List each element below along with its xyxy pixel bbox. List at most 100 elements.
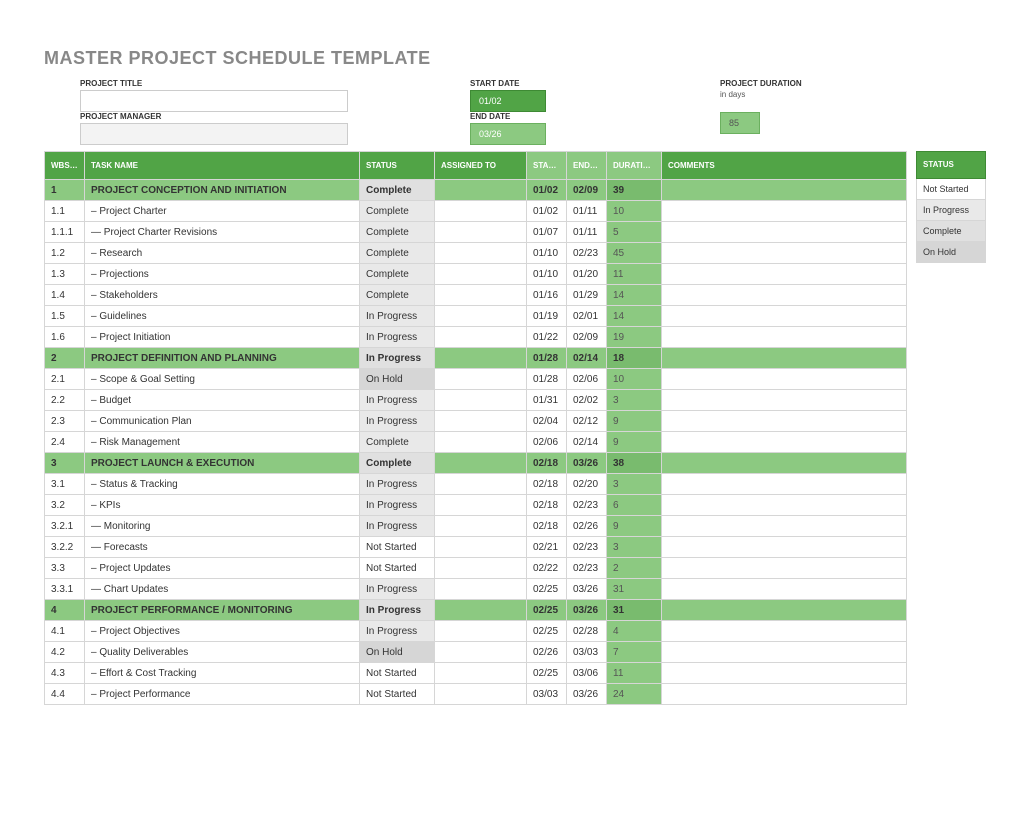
task-cell[interactable]: Project Performance (85, 684, 360, 705)
status-cell[interactable]: In Progress (360, 495, 435, 516)
duration-cell[interactable]: 11 (607, 663, 662, 684)
comments-cell[interactable] (662, 621, 907, 642)
end-cell[interactable]: 02/01 (567, 306, 607, 327)
table-row[interactable]: 4.3Effort & Cost TrackingNot Started02/2… (45, 663, 907, 684)
task-cell[interactable]: Effort & Cost Tracking (85, 663, 360, 684)
comments-cell[interactable] (662, 369, 907, 390)
table-row[interactable]: 1.5GuidelinesIn Progress01/1902/0114 (45, 306, 907, 327)
end-cell[interactable]: 02/14 (567, 348, 607, 369)
wbs-cell[interactable]: 1.1 (45, 201, 85, 222)
assigned-cell[interactable] (435, 285, 527, 306)
start-cell[interactable]: 02/18 (527, 516, 567, 537)
end-cell[interactable]: 02/28 (567, 621, 607, 642)
status-cell[interactable]: In Progress (360, 411, 435, 432)
task-cell[interactable]: Monitoring (85, 516, 360, 537)
comments-cell[interactable] (662, 558, 907, 579)
comments-cell[interactable] (662, 495, 907, 516)
start-cell[interactable]: 01/19 (527, 306, 567, 327)
status-cell[interactable]: Complete (360, 201, 435, 222)
task-cell[interactable]: Quality Deliverables (85, 642, 360, 663)
status-cell[interactable]: In Progress (360, 390, 435, 411)
end-cell[interactable]: 02/12 (567, 411, 607, 432)
duration-cell[interactable]: 31 (607, 600, 662, 621)
start-cell[interactable]: 02/25 (527, 621, 567, 642)
comments-cell[interactable] (662, 684, 907, 705)
end-cell[interactable]: 03/26 (567, 453, 607, 474)
duration-cell[interactable]: 6 (607, 495, 662, 516)
status-cell[interactable]: In Progress (360, 474, 435, 495)
table-section-row[interactable]: 4PROJECT PERFORMANCE / MONITORINGIn Prog… (45, 600, 907, 621)
table-row[interactable]: 1.2ResearchComplete01/1002/2345 (45, 243, 907, 264)
end-cell[interactable]: 02/09 (567, 327, 607, 348)
task-cell[interactable]: Project Objectives (85, 621, 360, 642)
status-cell[interactable]: In Progress (360, 621, 435, 642)
start-date-value[interactable]: 01/02 (470, 90, 546, 112)
task-cell[interactable]: Risk Management (85, 432, 360, 453)
comments-cell[interactable] (662, 180, 907, 201)
table-section-row[interactable]: 3PROJECT LAUNCH & EXECUTIONComplete02/18… (45, 453, 907, 474)
duration-cell[interactable]: 7 (607, 642, 662, 663)
status-cell[interactable]: Complete (360, 180, 435, 201)
status-cell[interactable]: Complete (360, 243, 435, 264)
wbs-cell[interactable]: 3 (45, 453, 85, 474)
wbs-cell[interactable]: 4.2 (45, 642, 85, 663)
task-cell[interactable]: Budget (85, 390, 360, 411)
task-cell[interactable]: Guidelines (85, 306, 360, 327)
start-cell[interactable]: 02/18 (527, 453, 567, 474)
task-cell[interactable]: PROJECT PERFORMANCE / MONITORING (85, 600, 360, 621)
comments-cell[interactable] (662, 306, 907, 327)
wbs-cell[interactable]: 4.1 (45, 621, 85, 642)
task-cell[interactable]: Stakeholders (85, 285, 360, 306)
assigned-cell[interactable] (435, 537, 527, 558)
start-cell[interactable]: 02/25 (527, 663, 567, 684)
duration-cell[interactable]: 19 (607, 327, 662, 348)
comments-cell[interactable] (662, 264, 907, 285)
assigned-cell[interactable] (435, 621, 527, 642)
status-cell[interactable]: Complete (360, 285, 435, 306)
assigned-cell[interactable] (435, 222, 527, 243)
task-cell[interactable]: PROJECT CONCEPTION AND INITIATION (85, 180, 360, 201)
start-cell[interactable]: 02/21 (527, 537, 567, 558)
table-row[interactable]: 3.2.1MonitoringIn Progress02/1802/269 (45, 516, 907, 537)
start-cell[interactable]: 02/25 (527, 600, 567, 621)
comments-cell[interactable] (662, 642, 907, 663)
start-cell[interactable]: 01/10 (527, 243, 567, 264)
start-cell[interactable]: 01/31 (527, 390, 567, 411)
task-cell[interactable]: Projections (85, 264, 360, 285)
duration-cell[interactable]: 2 (607, 558, 662, 579)
wbs-cell[interactable]: 1.4 (45, 285, 85, 306)
task-cell[interactable]: Research (85, 243, 360, 264)
end-cell[interactable]: 02/20 (567, 474, 607, 495)
table-row[interactable]: 1.4StakeholdersComplete01/1601/2914 (45, 285, 907, 306)
duration-cell[interactable]: 31 (607, 579, 662, 600)
table-row[interactable]: 1.1Project CharterComplete01/0201/1110 (45, 201, 907, 222)
end-cell[interactable]: 03/03 (567, 642, 607, 663)
status-cell[interactable]: In Progress (360, 516, 435, 537)
table-row[interactable]: 3.2KPIsIn Progress02/1802/236 (45, 495, 907, 516)
table-row[interactable]: 2.4Risk ManagementComplete02/0602/149 (45, 432, 907, 453)
task-cell[interactable]: Scope & Goal Setting (85, 369, 360, 390)
start-cell[interactable]: 02/25 (527, 579, 567, 600)
start-cell[interactable]: 02/26 (527, 642, 567, 663)
end-cell[interactable]: 03/26 (567, 684, 607, 705)
comments-cell[interactable] (662, 516, 907, 537)
assigned-cell[interactable] (435, 327, 527, 348)
status-cell[interactable]: Not Started (360, 684, 435, 705)
end-cell[interactable]: 01/11 (567, 201, 607, 222)
start-cell[interactable]: 02/18 (527, 474, 567, 495)
wbs-cell[interactable]: 2.3 (45, 411, 85, 432)
status-cell[interactable]: In Progress (360, 348, 435, 369)
task-cell[interactable]: Status & Tracking (85, 474, 360, 495)
end-date-value[interactable]: 03/26 (470, 123, 546, 145)
end-cell[interactable]: 02/02 (567, 390, 607, 411)
assigned-cell[interactable] (435, 180, 527, 201)
assigned-cell[interactable] (435, 411, 527, 432)
table-section-row[interactable]: 1PROJECT CONCEPTION AND INITIATIONComple… (45, 180, 907, 201)
wbs-cell[interactable]: 2.4 (45, 432, 85, 453)
duration-cell[interactable]: 3 (607, 390, 662, 411)
task-cell[interactable]: Project Initiation (85, 327, 360, 348)
wbs-cell[interactable]: 3.2.2 (45, 537, 85, 558)
assigned-cell[interactable] (435, 369, 527, 390)
comments-cell[interactable] (662, 600, 907, 621)
start-cell[interactable]: 01/10 (527, 264, 567, 285)
